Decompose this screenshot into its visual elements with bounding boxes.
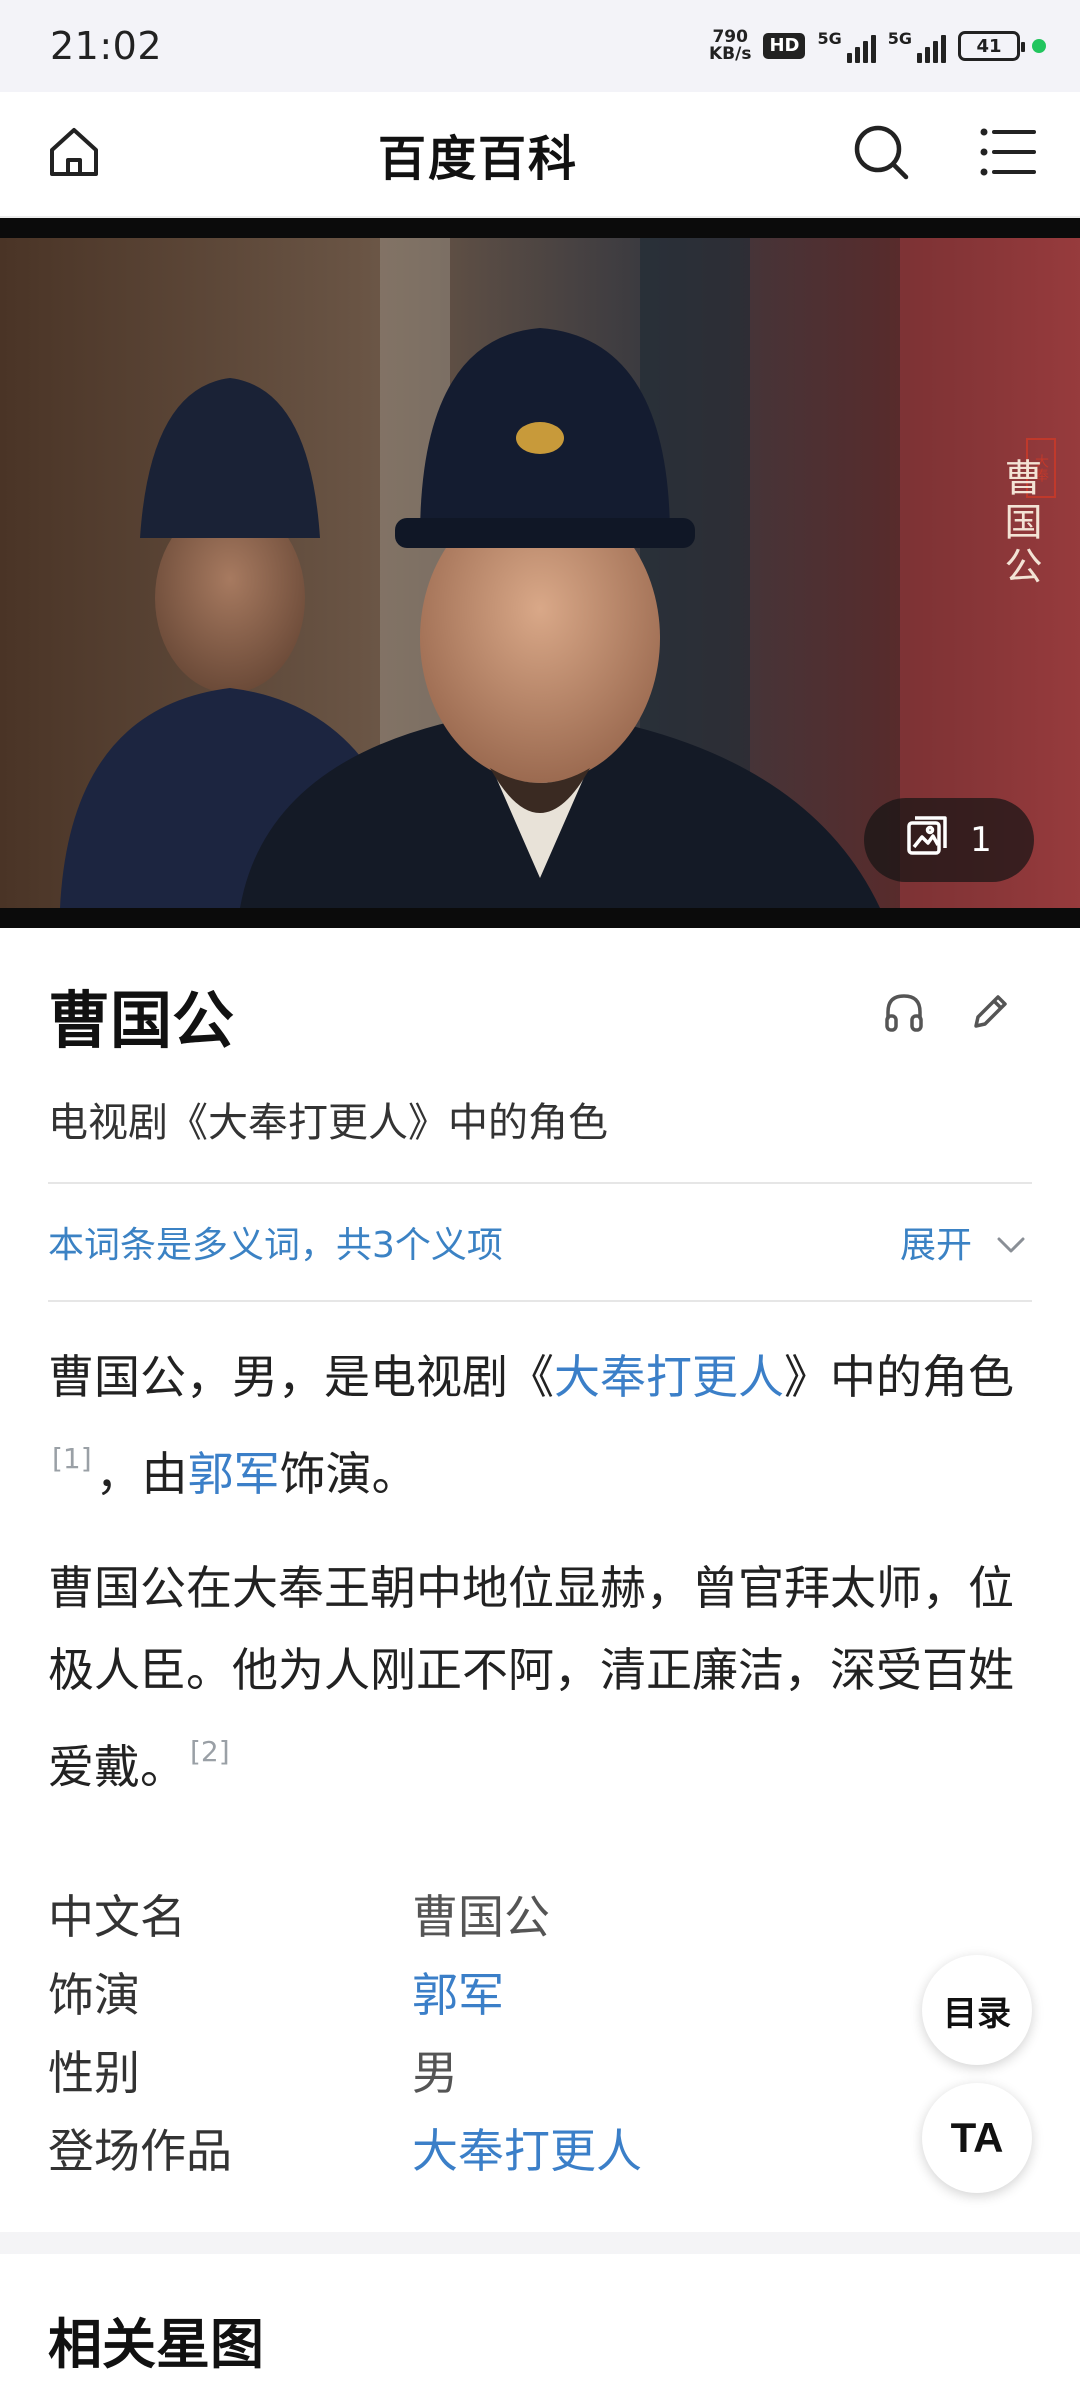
polysemy-text: 本词条是多义词，共3个义项 bbox=[48, 1225, 503, 1266]
status-bar: 21:02 790 KB/s HD 5G 5G 41 bbox=[0, 0, 1080, 92]
signal-label-2: 5G bbox=[887, 29, 912, 48]
ta-button[interactable]: TA bbox=[922, 2083, 1032, 2193]
edit-icon[interactable] bbox=[968, 990, 1012, 1038]
headphones-icon[interactable] bbox=[882, 990, 926, 1038]
hero-image[interactable]: 大奉 曹国公 1 bbox=[0, 218, 1080, 928]
summary-paragraph-2: 曹国公在大奉王朝中地位显赫，曾官拜太师，位极人臣。他为人刚正不阿，清正廉洁，深受… bbox=[48, 1547, 1032, 1808]
link-drama[interactable]: 大奉打更人 bbox=[554, 1350, 784, 1404]
hd-icon: HD bbox=[763, 33, 806, 59]
gallery-icon bbox=[906, 815, 948, 866]
info-row: 中文名 曹国公 bbox=[48, 1875, 1032, 1953]
signal-icon: 5G bbox=[817, 29, 876, 63]
info-key: 性别 bbox=[48, 2046, 140, 2100]
infobox: 中文名 曹国公 饰演 郭军 性别 男 登场作品 大奉打更人 bbox=[48, 1875, 1032, 2187]
reference-2[interactable]: [2] bbox=[190, 1735, 230, 1768]
toc-label: 目录 bbox=[943, 1993, 1011, 2034]
para1-text-1: 曹国公，男，是电视剧《 bbox=[48, 1350, 554, 1404]
link-actor[interactable]: 郭军 bbox=[188, 1447, 280, 1501]
info-value: 曹国公 bbox=[412, 1890, 550, 1944]
reference-1[interactable]: [1] bbox=[52, 1442, 92, 1475]
signal-label: 5G bbox=[817, 29, 842, 48]
info-row: 登场作品 大奉打更人 bbox=[48, 2109, 1032, 2187]
info-row: 饰演 郭军 bbox=[48, 1953, 1032, 2031]
net-speed-unit: KB/s bbox=[708, 44, 752, 64]
related-section-title: 相关星图 bbox=[48, 2313, 264, 2376]
battery-level: 41 bbox=[976, 35, 1002, 57]
chevron-down-icon bbox=[996, 1222, 1026, 1263]
info-value-link[interactable]: 大奉打更人 bbox=[412, 2115, 642, 2181]
info-key: 登场作品 bbox=[48, 2124, 232, 2178]
info-value: 男 bbox=[412, 2046, 458, 2100]
section-divider bbox=[0, 2232, 1080, 2254]
app-header: 百度百科 bbox=[0, 92, 1080, 218]
polysemy-bar[interactable]: 本词条是多义词，共3个义项 展开 bbox=[48, 1182, 1032, 1302]
info-key: 中文名 bbox=[48, 1890, 186, 1944]
summary-paragraph-1: 曹国公，男，是电视剧《大奉打更人》中的角色 [1]，由郭军饰演。 bbox=[48, 1336, 1032, 1515]
app-title: 百度百科 bbox=[377, 131, 578, 187]
menu-icon[interactable] bbox=[980, 127, 1036, 181]
expand-button[interactable]: 展开 bbox=[900, 1216, 1026, 1268]
search-icon[interactable] bbox=[852, 123, 910, 185]
privacy-dot-icon bbox=[1032, 39, 1046, 53]
photo-count-value: 1 bbox=[970, 820, 992, 860]
info-value-link[interactable]: 郭军 bbox=[412, 1959, 504, 2025]
info-row: 性别 男 bbox=[48, 2031, 1032, 2109]
para1-text-2: 》中的角色 bbox=[784, 1350, 1014, 1404]
info-key: 饰演 bbox=[48, 1968, 140, 2022]
expand-label: 展开 bbox=[899, 1225, 972, 1266]
toc-button[interactable]: 目录 bbox=[922, 1955, 1032, 2065]
photo-count-button[interactable]: 1 bbox=[864, 798, 1034, 882]
home-icon[interactable] bbox=[44, 122, 104, 186]
status-time: 21:02 bbox=[50, 24, 163, 68]
signal-icon-2: 5G bbox=[888, 29, 946, 63]
hero-caption: 曹国公 bbox=[998, 458, 1042, 590]
status-icons: 790 KB/s HD 5G 5G 41 bbox=[709, 29, 1046, 63]
entry-subtitle: 电视剧《大奉打更人》中的角色 bbox=[48, 1100, 608, 1146]
network-speed: 790 KB/s bbox=[709, 29, 751, 63]
entry-header: 曹国公 电视剧《大奉打更人》中的角色 bbox=[48, 970, 1032, 1148]
battery-icon: 41 bbox=[958, 31, 1025, 61]
para1-text-4: 饰演。 bbox=[279, 1447, 418, 1501]
ta-icon: TA bbox=[950, 2114, 1004, 2161]
para1-text-3: ，由 bbox=[95, 1447, 188, 1501]
